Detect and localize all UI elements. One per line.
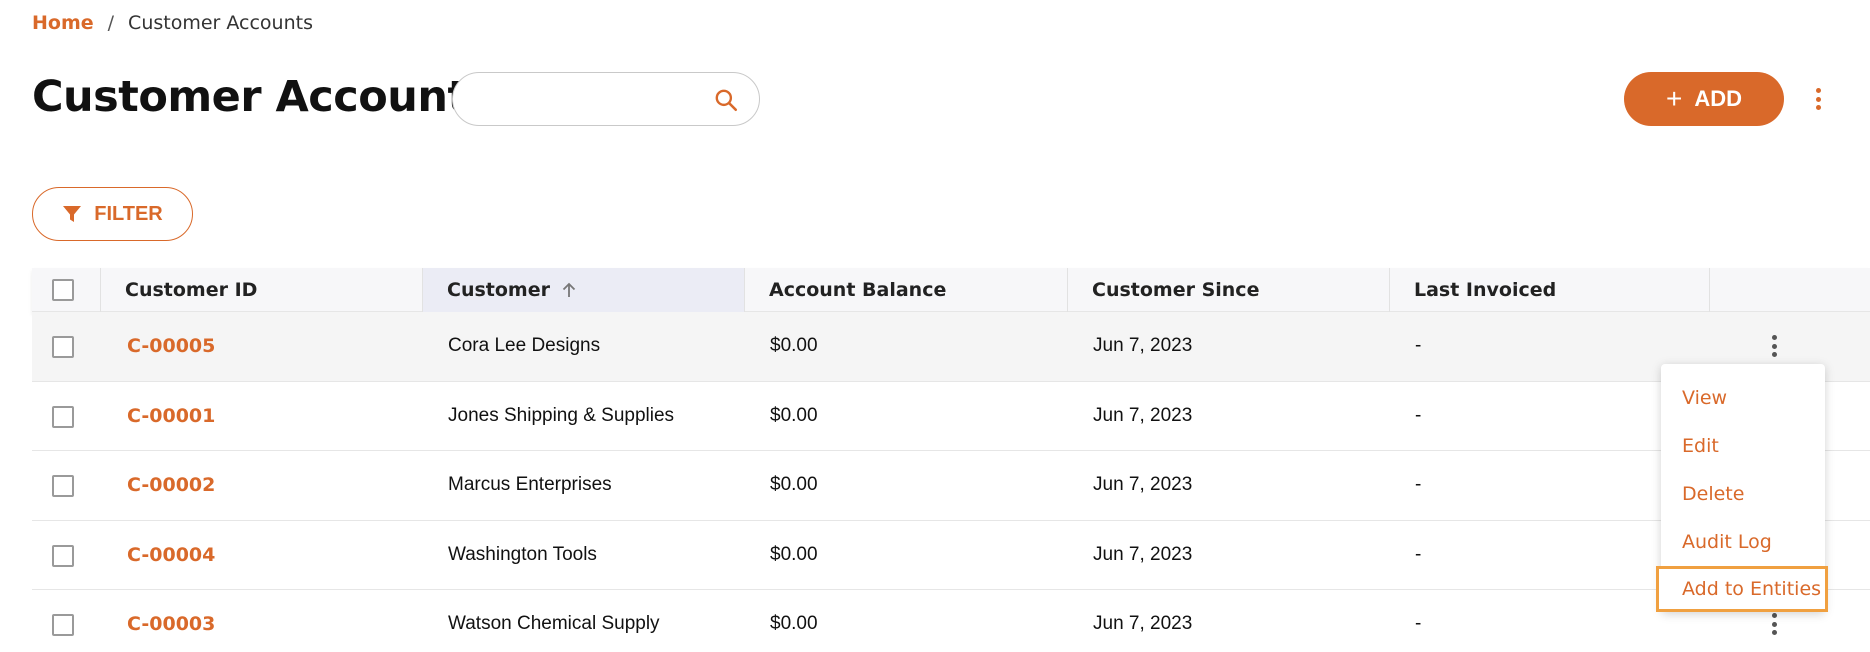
breadcrumb-home-link[interactable]: Home — [32, 12, 94, 34]
column-header-label: Last Invoiced — [1414, 279, 1557, 301]
row-actions-icon[interactable] — [1766, 608, 1782, 640]
filter-button[interactable]: FILTER — [32, 187, 193, 241]
customer-since: Jun 7, 2023 — [1093, 474, 1193, 496]
customer-id-link[interactable]: C-00001 — [127, 382, 215, 451]
last-invoiced: - — [1415, 404, 1422, 426]
table-row[interactable]: C-00002 Marcus Enterprises $0.00 Jun 7, … — [32, 451, 1870, 521]
plus-icon: + — [1665, 83, 1683, 114]
search-icon[interactable] — [713, 87, 739, 113]
column-header-actions — [1710, 268, 1870, 312]
search-box[interactable] — [452, 72, 760, 126]
table-row[interactable]: C-00003 Watson Chemical Supply $0.00 Jun… — [32, 590, 1870, 652]
account-balance: $0.00 — [770, 335, 818, 357]
customer-since: Jun 7, 2023 — [1093, 613, 1193, 635]
table-row[interactable]: C-00004 Washington Tools $0.00 Jun 7, 20… — [32, 521, 1870, 590]
customer-name: Marcus Enterprises — [448, 474, 612, 496]
column-header-label: Customer — [447, 279, 550, 301]
column-header-last-invoiced[interactable]: Last Invoiced — [1390, 268, 1710, 312]
customer-id-link[interactable]: C-00002 — [127, 451, 215, 520]
customer-name: Jones Shipping & Supplies — [448, 404, 675, 426]
breadcrumb-current: Customer Accounts — [128, 12, 313, 34]
menu-item-add-to-entities[interactable]: Add to Entities — [1656, 566, 1828, 612]
table-row[interactable]: C-00005 Cora Lee Designs $0.00 Jun 7, 20… — [32, 312, 1870, 382]
menu-item-view[interactable]: View — [1661, 374, 1825, 422]
customer-accounts-table: Customer ID Customer Account Balance Cus… — [32, 268, 1870, 652]
column-header-label: Account Balance — [769, 279, 947, 301]
last-invoiced: - — [1415, 613, 1422, 635]
breadcrumb-separator: / — [107, 12, 115, 34]
select-all-checkbox[interactable] — [52, 279, 74, 301]
column-header-customer-since[interactable]: Customer Since — [1068, 268, 1390, 312]
account-balance: $0.00 — [770, 543, 818, 565]
column-header-label: Customer Since — [1092, 279, 1260, 301]
more-options-icon[interactable] — [1808, 82, 1828, 116]
row-actions-menu: View Edit Delete Audit Log Add to Entiti… — [1656, 364, 1828, 612]
search-input[interactable] — [473, 83, 703, 115]
header-select-cell — [32, 268, 101, 312]
sort-ascending-icon[interactable] — [560, 281, 578, 299]
row-actions-icon[interactable] — [1766, 330, 1782, 362]
last-invoiced: - — [1415, 474, 1422, 496]
account-balance: $0.00 — [770, 613, 818, 635]
customer-since: Jun 7, 2023 — [1093, 335, 1193, 357]
table-row[interactable]: C-00001 Jones Shipping & Supplies $0.00 … — [32, 382, 1870, 451]
account-balance: $0.00 — [770, 474, 818, 496]
filter-icon — [63, 206, 82, 222]
menu-item-delete[interactable]: Delete — [1661, 470, 1825, 518]
column-header-customer-id[interactable]: Customer ID — [101, 268, 423, 312]
row-checkbox[interactable] — [52, 336, 74, 358]
customer-name: Cora Lee Designs — [448, 335, 601, 357]
breadcrumb: Home / Customer Accounts — [32, 10, 313, 36]
customer-id-link[interactable]: C-00004 — [127, 521, 215, 590]
menu-item-edit[interactable]: Edit — [1661, 422, 1825, 470]
last-invoiced: - — [1415, 543, 1422, 565]
customer-id-link[interactable]: C-00005 — [127, 312, 215, 381]
customer-id-link[interactable]: C-00003 — [127, 590, 215, 652]
row-checkbox[interactable] — [52, 405, 74, 428]
page-title: Customer Accounts — [32, 72, 493, 122]
row-checkbox[interactable] — [52, 614, 74, 636]
table-header: Customer ID Customer Account Balance Cus… — [32, 268, 1870, 312]
last-invoiced: - — [1415, 335, 1422, 357]
column-header-customer[interactable]: Customer — [423, 268, 745, 312]
customer-name: Washington Tools — [448, 543, 597, 565]
customer-since: Jun 7, 2023 — [1093, 543, 1193, 565]
row-checkbox[interactable] — [52, 544, 74, 567]
add-button[interactable]: + ADD — [1624, 72, 1784, 126]
account-balance: $0.00 — [770, 404, 818, 426]
menu-item-audit-log[interactable]: Audit Log — [1661, 518, 1825, 566]
customer-since: Jun 7, 2023 — [1093, 404, 1193, 426]
add-button-label: ADD — [1694, 86, 1743, 111]
row-checkbox[interactable] — [52, 475, 74, 497]
customer-name: Watson Chemical Supply — [448, 613, 660, 635]
filter-button-label: FILTER — [94, 202, 163, 225]
column-header-label: Customer ID — [125, 279, 258, 301]
column-header-account-balance[interactable]: Account Balance — [745, 268, 1068, 312]
